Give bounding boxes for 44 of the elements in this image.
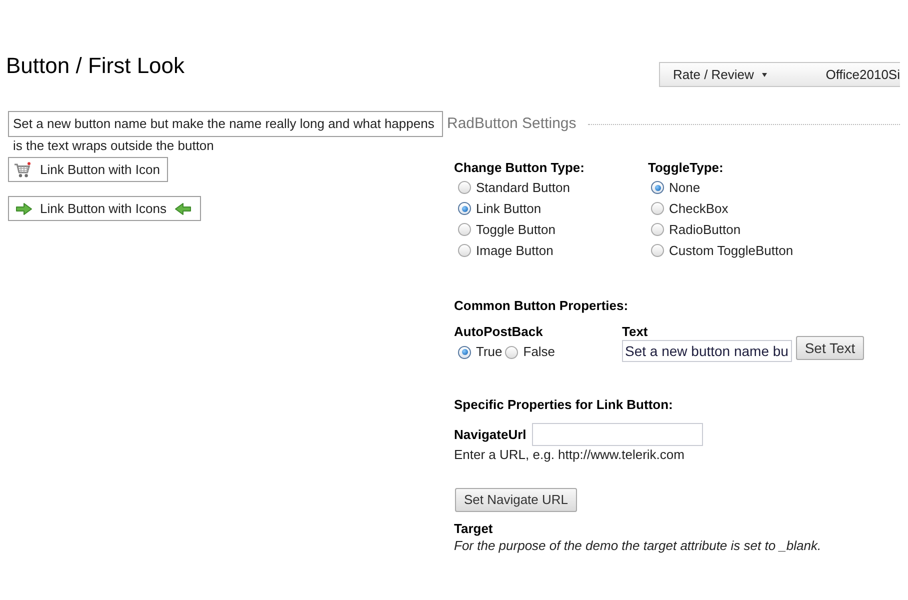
caret-icon <box>762 72 767 76</box>
option-label: Link Button <box>476 200 542 218</box>
field-label: Target <box>454 520 494 538</box>
cart-icon <box>14 162 31 178</box>
url-field[interactable] <box>532 423 704 446</box>
option-label: None <box>669 178 700 196</box>
option-label: Custom ToggleButton <box>669 242 794 260</box>
set-navigate-url-button[interactable]: Set Navigate URL <box>455 488 577 512</box>
radio-button[interactable] <box>651 244 664 257</box>
group-heading: Change Button Type: <box>454 159 586 177</box>
field-hint: Enter a URL, e.g. http://www.telerik.com <box>454 446 686 464</box>
text-field[interactable]: Set a new button name bu <box>622 340 792 362</box>
radio-button[interactable] <box>651 181 664 194</box>
radio-button[interactable] <box>458 346 471 358</box>
link-button[interactable]: Link Button with Icon <box>8 157 168 182</box>
radio-button[interactable] <box>458 202 471 215</box>
left-arrow-icon <box>175 202 192 214</box>
right-arrow-icon <box>16 202 32 214</box>
option-label: True <box>476 343 502 361</box>
settings-legend: RadButton Settings <box>447 114 576 134</box>
rate-review-dropdown[interactable]: Rate / Review <box>673 64 767 84</box>
field-label: AutoPostBack <box>454 323 544 341</box>
option-label: Image Button <box>476 242 554 260</box>
radio-button[interactable] <box>458 181 471 194</box>
page-title: Button / First Look <box>5 53 185 79</box>
radio-button[interactable] <box>651 202 664 215</box>
option-label: RadioButton <box>669 220 741 238</box>
option-label: Standard Button <box>476 178 570 196</box>
radio-button[interactable] <box>505 346 518 358</box>
option-label: CheckBox <box>669 200 728 218</box>
radio-button[interactable] <box>651 223 664 236</box>
option-label: False <box>523 343 556 361</box>
option-label: Toggle Button <box>476 220 556 238</box>
group-heading: ToggleType: <box>648 159 724 177</box>
skin-selector[interactable]: Office2010Si <box>826 64 900 84</box>
section-heading: Common Button Properties: <box>454 297 630 315</box>
field-label: NavigateUrl <box>454 426 526 444</box>
target-note: For the purpose of the demo the target attribute is set to _blank. <box>454 537 822 555</box>
section-heading: Specific Properties for Link Button: <box>454 396 674 414</box>
field-label: Text <box>622 323 649 341</box>
link-button[interactable]: Link Button with Icons <box>8 196 202 221</box>
set-text-button[interactable]: Set Text <box>796 336 864 360</box>
radio-button[interactable] <box>458 244 471 257</box>
radio-button[interactable] <box>458 223 471 236</box>
